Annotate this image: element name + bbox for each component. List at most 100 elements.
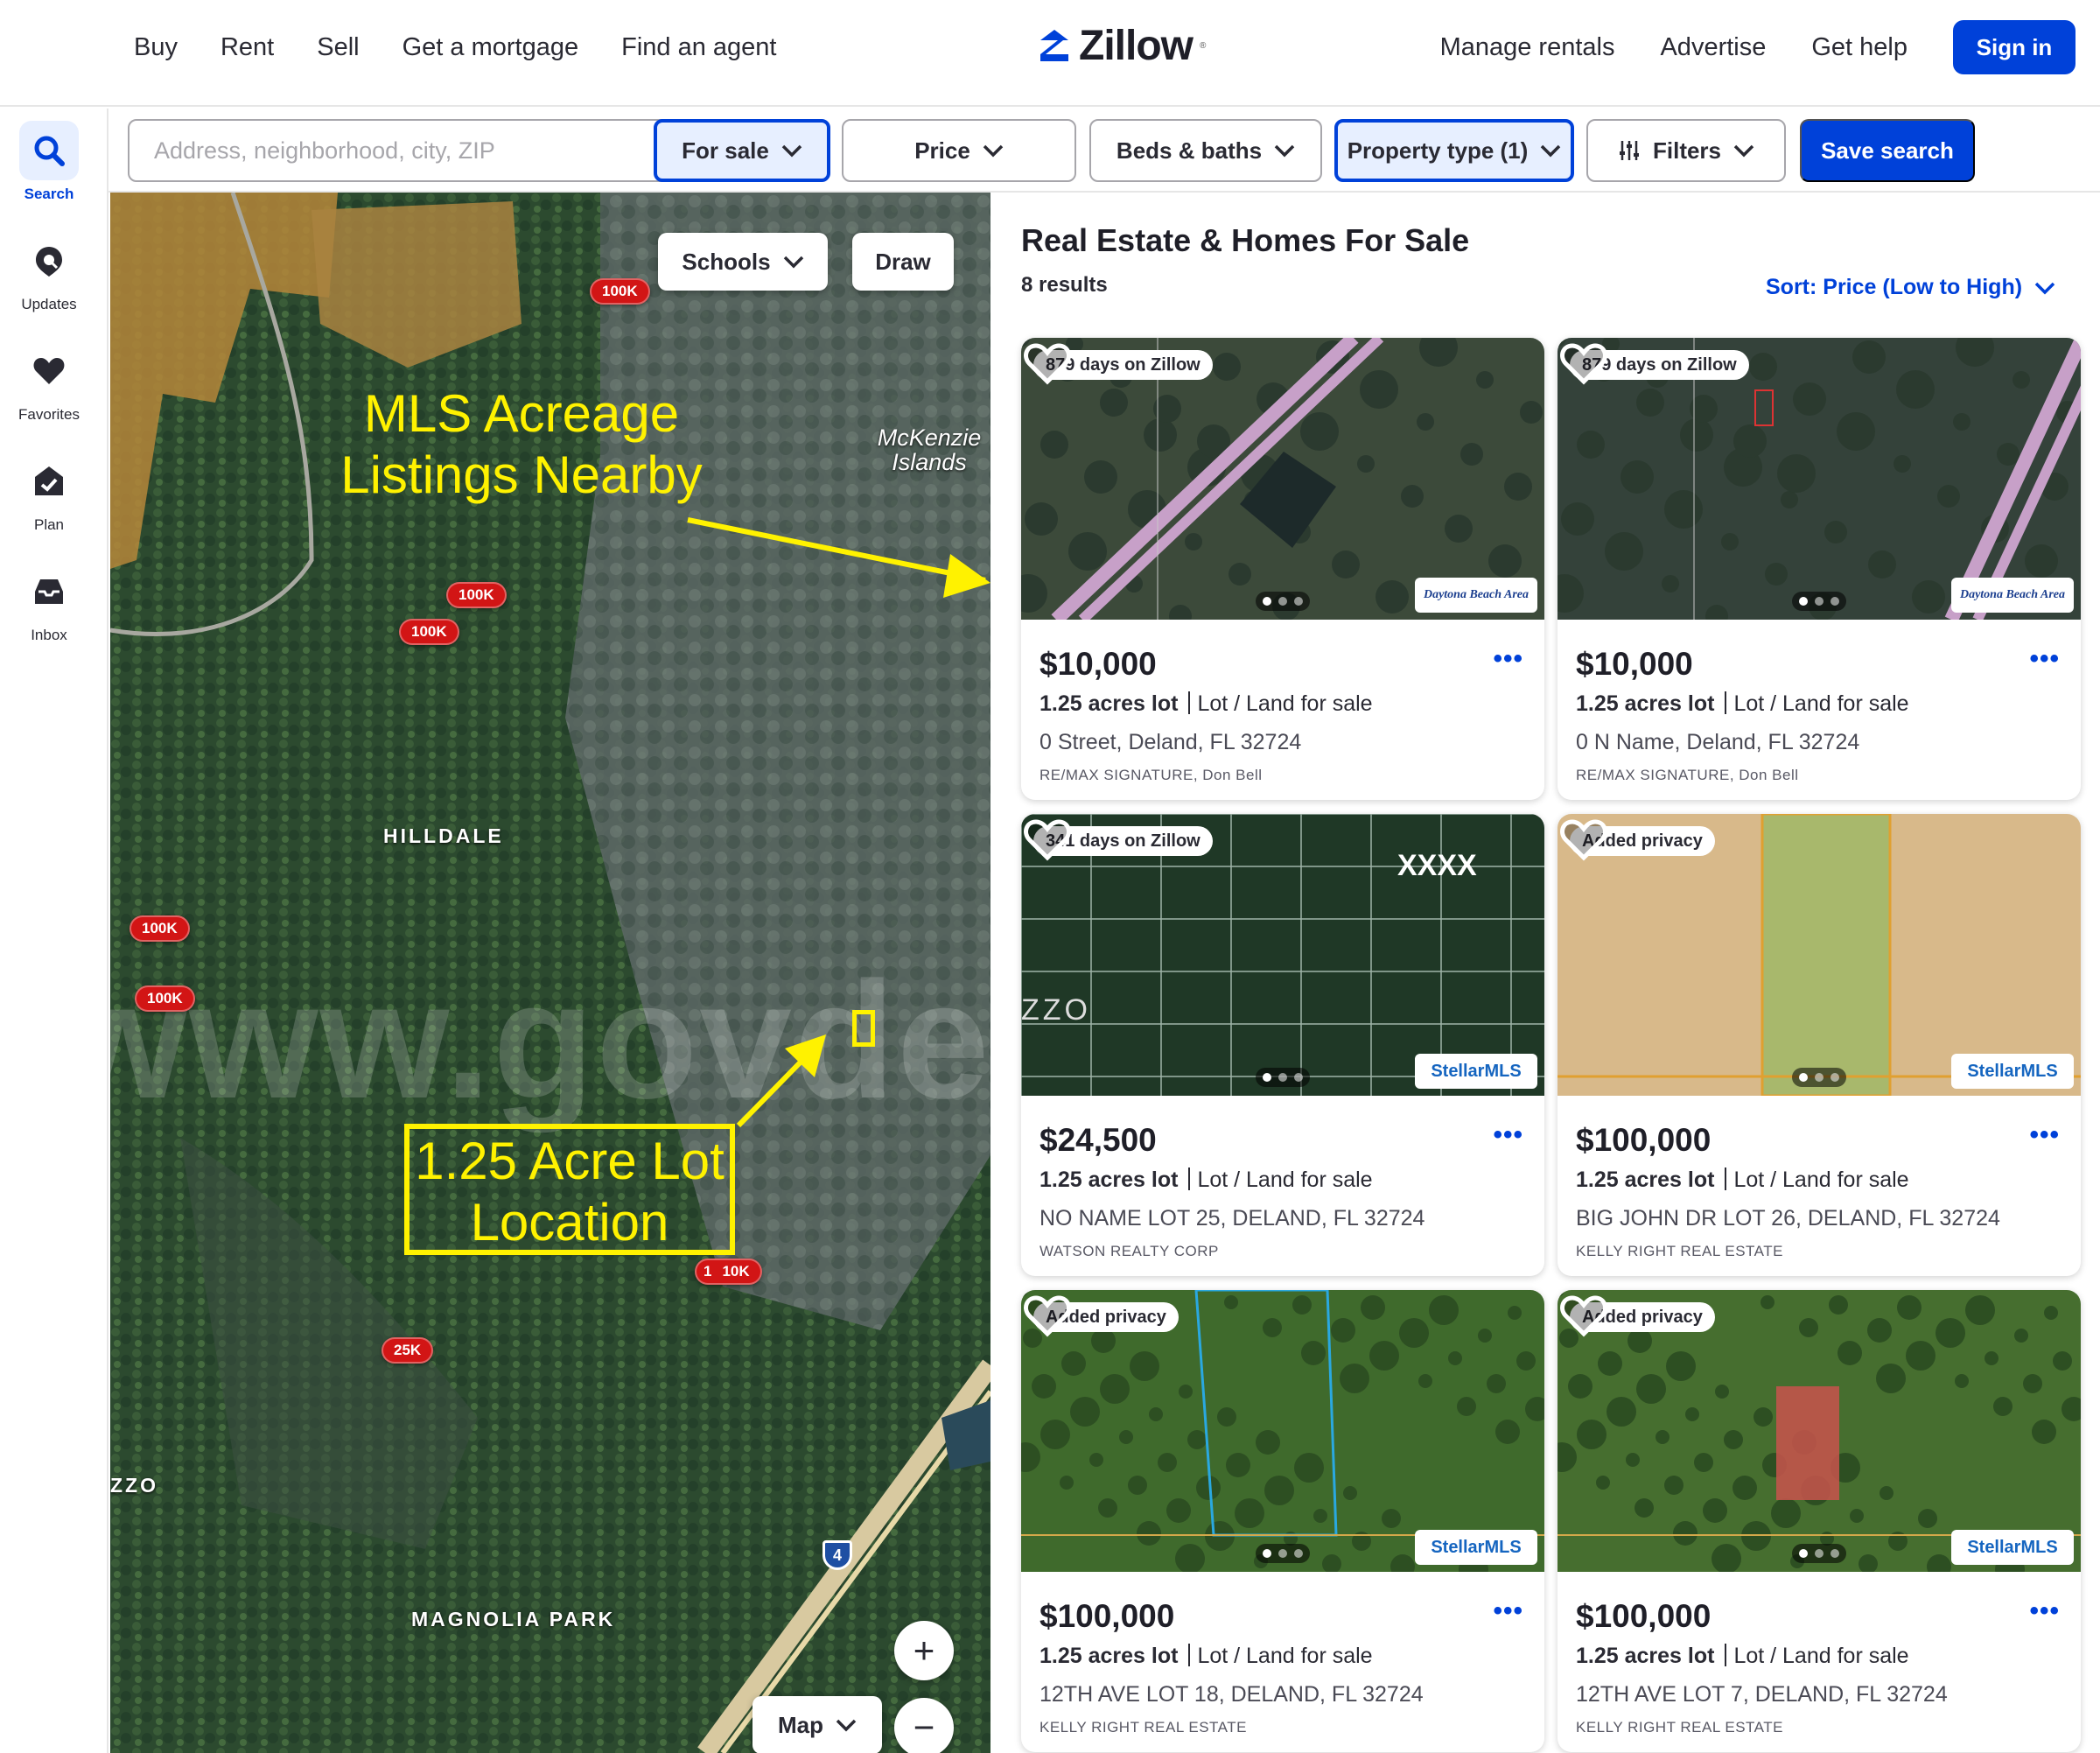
mls-logo: Daytona Beach Area (1415, 578, 1537, 613)
rail-label-updates: Updates (21, 296, 77, 312)
primary-nav: Buy Rent Sell Get a mortgage Find an age… (134, 0, 819, 95)
chevron-down-icon (1541, 144, 1561, 158)
search-input[interactable] (152, 136, 700, 165)
chevron-down-icon (781, 144, 802, 158)
listing-broker: KELLY RIGHT REAL ESTATE (1576, 1719, 1783, 1735)
rail-plan[interactable]: Plan (0, 452, 98, 534)
heart-icon[interactable] (1021, 338, 1074, 390)
listing-card[interactable]: Added privacy StellarMLS $100,000 ••• 1.… (1558, 1290, 2081, 1752)
nav-advertise[interactable]: Advertise (1660, 33, 1766, 62)
heart-icon[interactable] (1558, 814, 1610, 866)
plan-icon (19, 452, 79, 511)
photo-carousel-dots[interactable] (1256, 1544, 1310, 1563)
listing-photo[interactable]: Added privacy StellarMLS (1021, 1290, 1544, 1572)
listing-acres: 1.25 acres lot (1040, 691, 1179, 716)
listing-address[interactable]: 12TH AVE LOT 18, DELAND, FL 32724 (1040, 1682, 1424, 1707)
more-options-button[interactable]: ••• (2029, 1120, 2060, 1150)
svg-text:ZZO: ZZO (1021, 993, 1091, 1027)
for-sale-dropdown[interactable]: For sale (654, 119, 830, 182)
more-filters-dropdown[interactable]: Filters (1586, 119, 1786, 182)
zoom-in-button[interactable]: + (894, 1621, 954, 1680)
annotation-line: Location (470, 1193, 669, 1252)
map-type-button[interactable]: Map (752, 1696, 882, 1753)
listing-photo[interactable]: Added privacy StellarMLS (1558, 814, 2081, 1096)
heart-icon[interactable] (1021, 814, 1074, 866)
listing-address[interactable]: BIG JOHN DR LOT 26, DELAND, FL 32724 (1576, 1206, 2000, 1231)
listing-card[interactable]: XXXX ZZO 341 days on Zillow StellarMLS $… (1021, 814, 1544, 1276)
listing-acres: 1.25 acres lot (1576, 691, 1715, 716)
left-rail: Search Updates Favorites Plan Inbox (0, 109, 108, 1753)
more-options-button[interactable]: ••• (2029, 1596, 2060, 1626)
listing-price: $100,000 (1040, 1598, 1175, 1634)
beds-baths-label: Beds & baths (1116, 137, 1263, 164)
heart-icon[interactable] (1558, 338, 1610, 390)
listing-type: Lot / Land for sale (1733, 691, 1909, 716)
property-type-dropdown[interactable]: Property type (1) (1334, 119, 1574, 182)
listing-photo[interactable]: XXXX ZZO 341 days on Zillow StellarMLS (1021, 814, 1544, 1096)
rail-label-inbox: Inbox (31, 627, 67, 643)
beds-baths-dropdown[interactable]: Beds & baths (1089, 119, 1322, 182)
mls-logo: Daytona Beach Area (1951, 578, 2074, 613)
listing-card[interactable]: 879 days on Zillow Daytona Beach Area $1… (1558, 338, 2081, 800)
mls-logo: StellarMLS (1951, 1054, 2074, 1089)
svg-text:XXXX: XXXX (1397, 849, 1477, 882)
search-icon (19, 121, 79, 180)
save-search-button[interactable]: Save search (1800, 119, 1975, 182)
more-options-button[interactable]: ••• (2029, 644, 2060, 674)
annotation-lot-location: 1.25 Acre Lot Location (404, 1124, 735, 1255)
nav-find-an-agent[interactable]: Find an agent (621, 33, 776, 62)
listing-address[interactable]: 0 N Name, Deland, FL 32724 (1576, 730, 1859, 755)
listing-photo[interactable]: 879 days on Zillow Daytona Beach Area (1021, 338, 1544, 620)
photo-carousel-dots[interactable] (1256, 592, 1310, 611)
heart-icon[interactable] (1558, 1290, 1610, 1343)
rail-favorites[interactable]: Favorites (0, 341, 98, 424)
listing-broker: KELLY RIGHT REAL ESTATE (1040, 1719, 1247, 1735)
fact-separator (1725, 1644, 1727, 1666)
listing-facts: 1.25 acres lot Lot / Land for sale (1040, 1644, 1373, 1669)
zoom-out-button[interactable]: − (894, 1698, 954, 1753)
sign-in-button[interactable]: Sign in (1953, 20, 2076, 74)
listing-acres: 1.25 acres lot (1576, 1644, 1715, 1668)
rail-inbox[interactable]: Inbox (0, 562, 98, 644)
results-title: Real Estate & Homes For Sale (1021, 222, 1470, 258)
sort-dropdown[interactable]: Sort: Price (Low to High) (1766, 275, 2055, 300)
more-options-button[interactable]: ••• (1493, 1596, 1523, 1626)
nav-rent[interactable]: Rent (220, 33, 274, 62)
listing-photo[interactable]: Added privacy StellarMLS (1558, 1290, 2081, 1572)
more-options-button[interactable]: ••• (1493, 644, 1523, 674)
mls-logo: StellarMLS (1951, 1530, 2074, 1565)
more-options-button[interactable]: ••• (1493, 1120, 1523, 1150)
nav-buy[interactable]: Buy (134, 33, 178, 62)
photo-carousel-dots[interactable] (1256, 1068, 1310, 1087)
photo-carousel-dots[interactable] (1792, 592, 1846, 611)
listing-photo[interactable]: 879 days on Zillow Daytona Beach Area (1558, 338, 2081, 620)
chevron-down-icon (1733, 144, 1754, 158)
filter-bar: For sale Price Beds & baths Property typ… (108, 109, 2100, 193)
listing-card[interactable]: Added privacy StellarMLS $100,000 ••• 1.… (1021, 1290, 1544, 1752)
nav-sell[interactable]: Sell (317, 33, 359, 62)
nav-get-help[interactable]: Get help (1811, 33, 1908, 62)
listing-address[interactable]: 0 Street, Deland, FL 32724 (1040, 730, 1301, 755)
rail-search[interactable]: Search (0, 121, 98, 203)
zillow-logo[interactable]: Zillow ® (1037, 19, 1206, 72)
rail-updates[interactable]: Updates (0, 231, 98, 313)
top-navigation: Buy Rent Sell Get a mortgage Find an age… (0, 0, 2100, 107)
photo-carousel-dots[interactable] (1792, 1544, 1846, 1563)
nav-manage-rentals[interactable]: Manage rentals (1440, 33, 1615, 62)
listing-acres: 1.25 acres lot (1040, 1644, 1179, 1668)
listing-card[interactable]: 879 days on Zillow Daytona Beach Area $1… (1021, 338, 1544, 800)
listing-address[interactable]: 12TH AVE LOT 7, DELAND, FL 32724 (1576, 1682, 1948, 1707)
photo-carousel-dots[interactable] (1792, 1068, 1846, 1087)
heart-icon[interactable] (1021, 1290, 1074, 1343)
logo-text: Zillow (1079, 22, 1194, 69)
listing-price: $10,000 (1576, 646, 1693, 682)
map-panel[interactable]: www.govdeals.com w Schools Draw HILLDALE… (110, 193, 990, 1753)
price-dropdown[interactable]: Price (842, 119, 1076, 182)
nav-get-a-mortgage[interactable]: Get a mortgage (402, 33, 579, 62)
listing-card[interactable]: Added privacy StellarMLS $100,000 ••• 1.… (1558, 814, 2081, 1276)
listing-price: $100,000 (1576, 1598, 1712, 1634)
lot-location-marker (852, 1010, 875, 1047)
heart-icon (19, 341, 79, 401)
more-filters-label: Filters (1652, 137, 1722, 164)
listing-address[interactable]: NO NAME LOT 25, DELAND, FL 32724 (1040, 1206, 1424, 1231)
